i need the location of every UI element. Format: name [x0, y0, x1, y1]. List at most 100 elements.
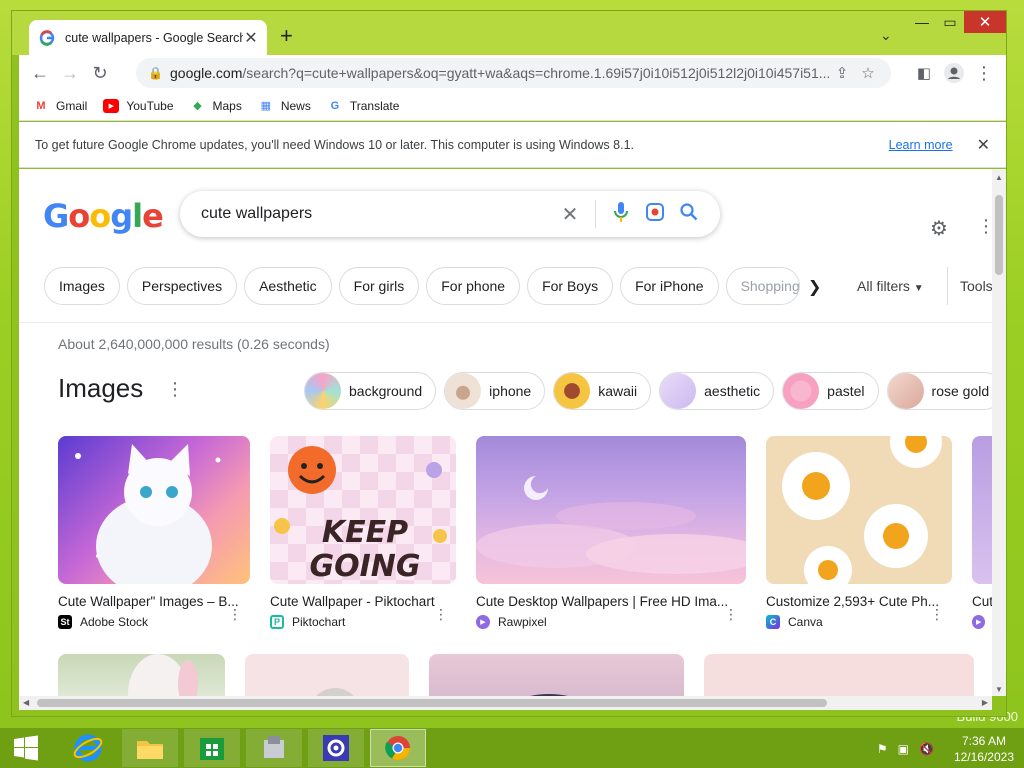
related-chip-kawaii[interactable]: kawaii — [553, 372, 652, 410]
clear-search-icon[interactable]: ✕ — [553, 202, 587, 227]
result-image-daisies[interactable] — [766, 436, 952, 584]
scroll-up-icon[interactable]: ▲ — [995, 173, 1003, 182]
piktochart-icon: P — [270, 615, 284, 629]
maximize-icon[interactable]: ▭ — [935, 11, 965, 33]
bookmark-translate[interactable]: G Translate — [327, 99, 400, 113]
clock[interactable]: 7:36 AM 12/16/2023 — [954, 733, 1014, 765]
new-tab-icon[interactable]: + — [280, 25, 293, 47]
vertical-scrollbar[interactable]: ▲ ▼ — [992, 169, 1006, 696]
related-chip-rose-gold[interactable]: rose gold — [886, 372, 992, 410]
vertical-scroll-thumb[interactable] — [995, 195, 1003, 275]
tools-button[interactable]: Tools — [947, 267, 992, 305]
result-image-pastel-sky[interactable] — [476, 436, 746, 584]
image-result-card[interactable]: Cute Desktop Wallpapers | Free HD Ima...… — [476, 436, 746, 629]
related-chip-background[interactable]: background — [304, 372, 437, 410]
image-result-card[interactable]: Cute ▶R — [972, 436, 992, 629]
result-source[interactable]: ▶ Rawpixel — [476, 615, 746, 629]
google-apps-icon[interactable]: ⋮⋮ — [977, 216, 992, 237]
start-windows-icon[interactable] — [4, 729, 48, 767]
chip-for-girls[interactable]: For girls — [338, 267, 420, 305]
settings-gear-icon[interactable]: ⚙ — [930, 216, 948, 241]
chip-images[interactable]: Images — [44, 267, 120, 305]
chips-next-icon[interactable]: ❯ — [808, 277, 821, 297]
result-more-icon[interactable]: ⋮ — [724, 606, 738, 623]
back-icon[interactable]: ← — [25, 58, 55, 88]
result-caption[interactable]: Customize 2,593+ Cute Ph... — [766, 594, 952, 609]
result-caption[interactable]: Cute — [972, 594, 992, 609]
chip-aesthetic[interactable]: Aesthetic — [244, 267, 332, 305]
bookmark-gmail[interactable]: M Gmail — [33, 99, 87, 113]
google-logo[interactable]: Google — [43, 197, 164, 235]
infobar-close-icon[interactable]: ✕ — [977, 135, 990, 155]
result-image-keep-going[interactable]: KEEP GOING — [270, 436, 456, 584]
settings-app-icon[interactable] — [308, 729, 364, 767]
search-box[interactable]: cute wallpapers ✕ — [180, 191, 720, 237]
image-result-card[interactable]: KEEP GOING Cute Wallpaper - Piktochart P… — [270, 436, 456, 629]
related-chip-iphone[interactable]: iphone — [444, 372, 546, 410]
keep-going-text: KEEP GOING — [309, 515, 421, 584]
result-source[interactable]: P Piktochart — [270, 615, 456, 629]
scroll-down-icon[interactable]: ▼ — [995, 685, 1003, 694]
search-input[interactable]: cute wallpapers — [201, 205, 553, 223]
chip-for-boys[interactable]: For Boys — [527, 267, 614, 305]
result-image-cat[interactable] — [58, 436, 250, 584]
scroll-right-icon[interactable]: ▶ — [982, 698, 988, 707]
result-more-icon[interactable]: ⋮ — [228, 606, 242, 623]
bookmark-star-icon[interactable]: ☆ — [855, 64, 881, 82]
address-bar[interactable]: 🔒 google.com/search?q=cute+wallpapers&oq… — [136, 58, 891, 88]
result-image-cat-sketch[interactable] — [245, 654, 409, 696]
close-window-icon[interactable]: ✕ — [964, 11, 1006, 33]
side-panel-icon[interactable]: ◧ — [909, 58, 939, 88]
result-source[interactable]: ▶R — [972, 615, 992, 629]
minimize-icon[interactable]: — — [907, 11, 937, 33]
result-image-partial[interactable] — [972, 436, 992, 584]
result-image-light-pink[interactable] — [704, 654, 974, 696]
result-caption[interactable]: Cute Desktop Wallpapers | Free HD Ima... — [476, 594, 746, 609]
bookmark-youtube[interactable]: ▶ YouTube — [103, 98, 174, 113]
all-filters-button[interactable]: All filters ▼ — [857, 278, 924, 294]
chip-for-phone[interactable]: For phone — [426, 267, 521, 305]
result-source[interactable]: St Adobe Stock — [58, 615, 250, 629]
file-explorer-icon[interactable] — [122, 729, 178, 767]
result-more-icon[interactable]: ⋮ — [434, 606, 448, 623]
related-chip-aesthetic[interactable]: aesthetic — [659, 372, 775, 410]
bookmark-maps[interactable]: ◆ Maps — [190, 99, 242, 113]
chip-for-iphone[interactable]: For iPhone — [620, 267, 719, 305]
result-image-pink-sky[interactable] — [429, 654, 684, 696]
image-result-card[interactable]: Customize 2,593+ Cute Ph... C Canva ⋮ — [766, 436, 952, 629]
search-icon[interactable] — [672, 202, 706, 226]
tab-search-icon[interactable]: ⌄ — [880, 27, 892, 44]
chrome-taskbar-icon[interactable] — [370, 729, 426, 767]
profile-icon[interactable] — [939, 58, 969, 88]
lock-icon[interactable]: 🔒 — [148, 66, 163, 80]
horizontal-scrollbar[interactable]: ◀ ▶ — [19, 696, 992, 710]
learn-more-link[interactable]: Learn more — [889, 138, 953, 152]
result-more-icon[interactable]: ⋮ — [930, 606, 944, 623]
volume-muted-icon[interactable]: 🔇 — [919, 742, 934, 756]
result-caption[interactable]: Cute Wallpaper - Piktochart — [270, 594, 456, 609]
browser-tab[interactable]: cute wallpapers - Google Search ✕ — [29, 20, 267, 55]
network-icon[interactable]: ▣ — [898, 742, 909, 756]
scroll-left-icon[interactable]: ◀ — [23, 698, 29, 707]
bookmark-news[interactable]: ▦ News — [258, 99, 311, 113]
result-image-bunny[interactable] — [58, 654, 225, 696]
windows-store-icon[interactable] — [184, 729, 240, 767]
related-chip-pastel[interactable]: pastel — [782, 372, 879, 410]
forward-icon[interactable]: → — [55, 58, 85, 88]
chip-perspectives[interactable]: Perspectives — [126, 267, 238, 305]
chip-shopping[interactable]: Shopping — [725, 267, 800, 305]
share-icon[interactable]: ⇪ — [829, 64, 855, 82]
app-icon[interactable] — [246, 729, 302, 767]
result-caption[interactable]: Cute Wallpaper" Images – B... — [58, 594, 250, 609]
tab-close-icon[interactable]: ✕ — [243, 28, 259, 48]
result-source[interactable]: C Canva — [766, 615, 952, 629]
image-result-card[interactable]: Cute Wallpaper" Images – B... St Adobe St… — [58, 436, 250, 629]
voice-search-icon[interactable] — [604, 201, 638, 228]
images-more-icon[interactable]: ⋮ — [166, 379, 184, 400]
lens-search-icon[interactable] — [638, 202, 672, 227]
flag-icon[interactable]: ⚑ — [877, 742, 888, 756]
reload-icon[interactable]: ↻ — [85, 58, 115, 88]
menu-icon[interactable]: ⋮ — [969, 58, 999, 88]
horizontal-scroll-thumb[interactable] — [37, 699, 827, 707]
internet-explorer-icon[interactable] — [60, 729, 116, 767]
